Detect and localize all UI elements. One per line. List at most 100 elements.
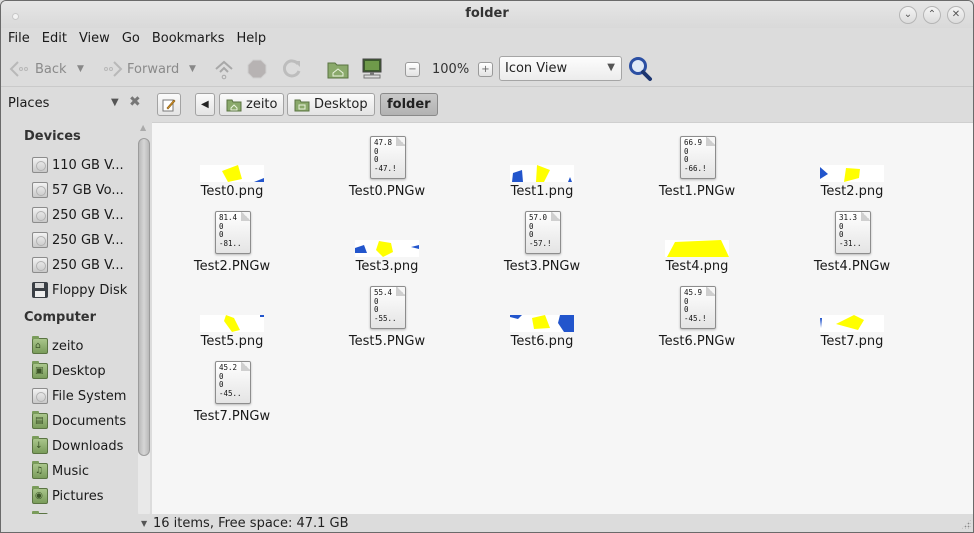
- zoom-in-button[interactable]: +: [478, 51, 493, 87]
- forward-label: Forward: [127, 61, 180, 77]
- text-file-icon: 45.9 0 0 -45.!: [680, 286, 716, 329]
- zoom-out-button[interactable]: −: [405, 51, 420, 87]
- file-name: Test6.png: [510, 334, 574, 349]
- back-button[interactable]: Back: [9, 51, 67, 87]
- downloads-folder-icon: ↓: [32, 436, 48, 454]
- menu-help[interactable]: Help: [236, 28, 272, 50]
- file-item[interactable]: 45.9 0 0 -45.! Test6.PNGw: [622, 276, 772, 351]
- back-history-dropdown[interactable]: ▼: [77, 51, 84, 87]
- close-button[interactable]: ✕: [947, 6, 965, 24]
- sidebar-item-volume-250gb-1[interactable]: 250 GB V...: [32, 205, 124, 225]
- sidebar-item-label: Music: [52, 463, 89, 479]
- file-item[interactable]: 81.4 0 0 -81.. Test2.PNGw: [157, 201, 307, 276]
- file-item[interactable]: 31.3 0 0 -31.. Test4.PNGw: [777, 201, 927, 276]
- sidebar-item-volume-250gb-3[interactable]: 250 GB V...: [32, 255, 124, 275]
- sidebar-scrollbar[interactable]: ▲: [137, 123, 151, 518]
- scrollbar-thumb[interactable]: [138, 138, 150, 456]
- stop-button[interactable]: [247, 51, 267, 87]
- sidebar-item-label: Documents: [52, 413, 127, 429]
- breadcrumb-folder[interactable]: folder: [380, 93, 438, 116]
- breadcrumb-label: folder: [387, 97, 431, 112]
- stop-icon: [247, 59, 267, 79]
- reload-button[interactable]: [281, 51, 303, 87]
- sidebar-item-desktop[interactable]: ▣ Desktop: [32, 361, 106, 381]
- file-item[interactable]: 45.2 0 0 -45.. Test7.PNGw: [157, 351, 307, 426]
- maximize-button[interactable]: ⌃: [923, 6, 941, 24]
- forward-button[interactable]: Forward: [101, 51, 179, 87]
- image-thumbnail: [665, 240, 729, 257]
- menu-go[interactable]: Go: [122, 28, 146, 50]
- file-item[interactable]: Test7.png: [777, 276, 927, 351]
- breadcrumb-desktop[interactable]: Desktop: [287, 93, 375, 116]
- text-preview-line: -45..: [219, 388, 242, 398]
- file-item[interactable]: Test0.png: [157, 126, 307, 201]
- up-arrow-icon: [215, 60, 233, 80]
- breadcrumb-zeito[interactable]: zeito: [219, 93, 285, 116]
- computer-button[interactable]: [361, 51, 383, 87]
- menu-file[interactable]: File: [8, 28, 36, 50]
- file-item[interactable]: Test3.png: [312, 201, 462, 276]
- documents-folder-icon: ▤: [32, 411, 48, 429]
- menu-bookmarks[interactable]: Bookmarks: [152, 28, 231, 50]
- file-item[interactable]: Test1.png: [467, 126, 617, 201]
- minimize-button[interactable]: ⌄: [899, 6, 917, 24]
- text-preview-line: -55..: [374, 313, 397, 323]
- breadcrumb: ◀ zeito Desktop folder: [151, 91, 973, 119]
- sidebar-toggle-icon[interactable]: ▼: [141, 519, 147, 528]
- file-name: Test4.PNGw: [813, 259, 891, 274]
- menu-edit[interactable]: Edit: [42, 28, 73, 50]
- file-item[interactable]: Test4.png: [622, 201, 772, 276]
- search-button[interactable]: [628, 56, 653, 82]
- file-item[interactable]: 55.4 0 0 -55.. Test5.PNGw: [312, 276, 462, 351]
- sidebar-item-floppy[interactable]: Floppy Disk: [32, 280, 127, 300]
- close-sidebar-icon[interactable]: ✖: [129, 94, 141, 110]
- file-icon-view[interactable]: Test0.png 47.8 0 0 -47.! Test0.PNGw Test1.png 6…: [152, 122, 973, 514]
- file-name: Test5.PNGw: [348, 334, 426, 349]
- edit-location-button[interactable]: [157, 93, 181, 116]
- places-sidebar: Devices 110 GB V... 57 GB Vo... 250 GB V…: [1, 121, 151, 531]
- view-mode-value: Icon View: [505, 61, 568, 76]
- view-mode-select[interactable]: Icon View ▼: [499, 56, 622, 81]
- sidebar-item-zeito[interactable]: ⌂ zeito: [32, 336, 83, 356]
- sidebar-item-documents[interactable]: ▤ Documents: [32, 411, 126, 431]
- scroll-up-arrow-icon[interactable]: ▲: [140, 123, 146, 132]
- file-item[interactable]: 57.0 0 0 -57.! Test3.PNGw: [467, 201, 617, 276]
- file-name: Test0.png: [200, 184, 264, 199]
- file-item[interactable]: 66.9 0 0 -66.! Test1.PNGw: [622, 126, 772, 201]
- desktop-folder-icon: [294, 99, 310, 111]
- pictures-folder-icon: ◉: [32, 486, 48, 504]
- file-item[interactable]: Test6.png: [467, 276, 617, 351]
- title-bar: folder ⌄ ⌃ ✕: [1, 1, 973, 28]
- places-dropdown-icon[interactable]: ▼: [111, 97, 119, 108]
- menu-view[interactable]: View: [79, 28, 116, 50]
- text-preview-line: -57.!: [529, 238, 552, 248]
- sidebar-item-file-system[interactable]: File System: [32, 386, 126, 406]
- text-file-icon: 31.3 0 0 -31..: [835, 211, 871, 254]
- sidebar-item-downloads[interactable]: ↓ Downloads: [32, 436, 123, 456]
- image-thumbnail: [820, 165, 884, 182]
- file-item[interactable]: 47.8 0 0 -47.! Test0.PNGw: [312, 126, 462, 201]
- sidebar-item-volume-250gb-2[interactable]: 250 GB V...: [32, 230, 124, 250]
- file-item[interactable]: Test5.png: [157, 276, 307, 351]
- sidebar-item-label: Floppy Disk: [52, 282, 128, 298]
- breadcrumb-scroll-left[interactable]: ◀: [195, 93, 215, 116]
- home-button[interactable]: [327, 51, 349, 87]
- sidebar-item-volume-110gb[interactable]: 110 GB V...: [32, 155, 124, 175]
- sidebar-item-music[interactable]: ♫ Music: [32, 461, 89, 481]
- resize-grip[interactable]: [961, 519, 971, 529]
- forward-history-dropdown[interactable]: ▼: [189, 51, 196, 87]
- sidebar-item-label: File System: [52, 388, 127, 404]
- image-thumbnail: [200, 315, 264, 332]
- sidebar-item-label: 250 GB V...: [52, 257, 124, 273]
- file-name: Test1.png: [510, 184, 574, 199]
- up-button[interactable]: [213, 51, 235, 87]
- chevron-down-icon: ⌄: [903, 9, 913, 20]
- minus-icon: −: [408, 63, 417, 75]
- sidebar-item-volume-57gb[interactable]: 57 GB Vo...: [32, 180, 124, 200]
- file-item[interactable]: Test2.png: [777, 126, 927, 201]
- sidebar-item-pictures[interactable]: ◉ Pictures: [32, 486, 103, 506]
- search-icon: [629, 57, 652, 81]
- drive-icon: [32, 388, 48, 404]
- status-text: 16 items, Free space: 47.1 GB: [153, 516, 349, 531]
- drive-icon: [32, 257, 48, 273]
